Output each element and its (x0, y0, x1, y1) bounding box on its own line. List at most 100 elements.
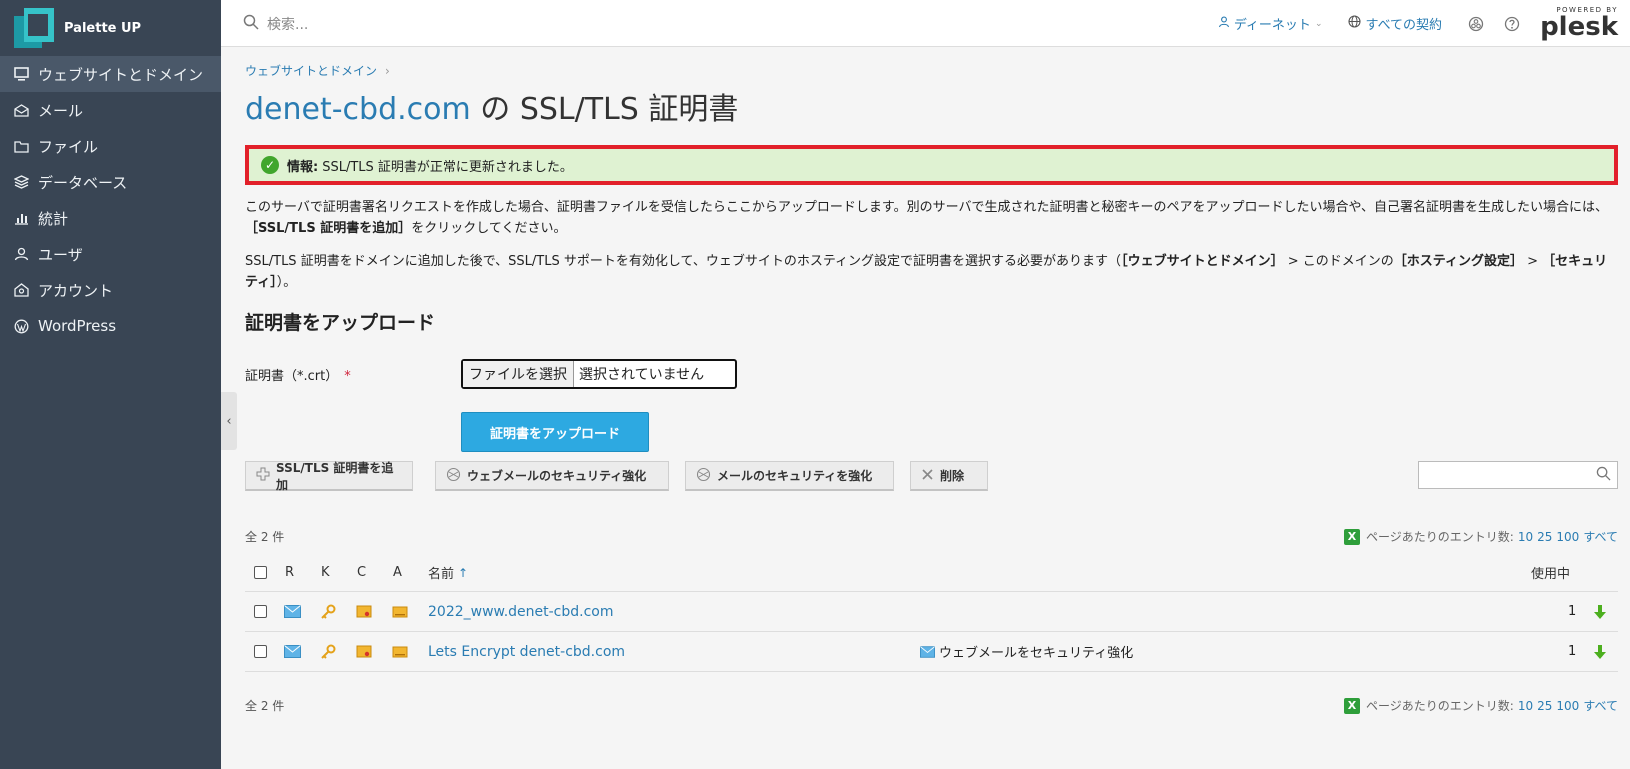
plesk-logo[interactable]: POWERED BY plesk (1540, 7, 1618, 41)
excel-export-icon[interactable]: X (1344, 697, 1361, 714)
column-k: K (321, 565, 330, 580)
sidebar-item-files[interactable]: ファイル (0, 128, 221, 164)
perpage-label: ページあたりのエントリ数: (1366, 530, 1514, 544)
certificate-icon (356, 592, 372, 631)
plus-icon (256, 467, 276, 484)
entries-per-page-bottom: X ページあたりのエントリ数: 10 25 100 すべて (1344, 697, 1618, 714)
mail-cert-icon (284, 632, 301, 671)
mail-cert-icon (284, 592, 301, 631)
bar-chart-icon (13, 210, 29, 226)
table-row[interactable]: Lets Encrypt denet-cbd.com ウェブメールをセキュリティ… (245, 632, 1618, 672)
search-icon (243, 14, 259, 34)
column-c: C (357, 565, 367, 580)
choose-file-button[interactable]: ファイルを選択 (463, 361, 574, 387)
column-name-label: 名前 (428, 567, 455, 582)
entries-per-page: X ページあたりのエントリ数: 10 25 100 すべて (1344, 528, 1618, 545)
breadcrumb-separator-icon: › (385, 63, 390, 78)
sidebar-item-databases[interactable]: データベース (0, 164, 221, 200)
breadcrumb: ウェブサイトとドメイン › (245, 62, 1618, 79)
certificate-icon (356, 632, 372, 671)
table-header-row: R K C A 名前 ↑ 使用中 (245, 554, 1618, 592)
perpage-option-25[interactable]: 25 (1537, 530, 1552, 544)
hint-emphasis-websites: ［ウェブサイトとドメイン］ (1121, 254, 1284, 269)
item-count: 全 2 件 (245, 530, 285, 544)
sidebar-item-label: データベース (38, 173, 128, 192)
mail-icon (13, 102, 29, 118)
chevron-down-icon: ⌄ (1314, 18, 1323, 29)
subscriptions-link[interactable]: すべての契約 (1348, 14, 1442, 33)
ca-certificate-icon (392, 632, 408, 671)
used-count: 1 (1568, 604, 1577, 619)
search-input[interactable]: 検索... (267, 14, 308, 34)
user-icon (13, 246, 29, 262)
column-r: R (285, 565, 295, 580)
sidebar-item-label: メール (38, 101, 84, 120)
topbar: 検索... ディーネット ⌄ すべての契約 POWERED BY plesk (221, 0, 1630, 47)
sidebar-item-websites[interactable]: ウェブサイトとドメイン (0, 56, 221, 92)
row-checkbox[interactable] (254, 592, 267, 631)
extensions-icon[interactable] (1468, 16, 1484, 32)
excel-export-icon[interactable]: X (1344, 528, 1361, 545)
breadcrumb-link[interactable]: ウェブサイトとドメイン (245, 62, 377, 79)
delete-x-icon (921, 468, 940, 484)
sidebar-item-statistics[interactable]: 統計 (0, 200, 221, 236)
download-arrow-icon[interactable] (1593, 632, 1607, 671)
sidebar-item-label: 統計 (38, 209, 69, 228)
sidebar-item-account[interactable]: アカウント (0, 272, 221, 308)
page-title: denet-cbd.com の SSL/TLS 証明書 (245, 89, 1618, 131)
perpage-option-10[interactable]: 10 (1518, 699, 1533, 713)
secure-globe-icon (696, 467, 717, 485)
user-icon (1218, 16, 1234, 32)
sidebar-item-wordpress[interactable]: WordPress (0, 308, 221, 344)
column-name[interactable]: 名前 ↑ (428, 554, 468, 591)
upload-section-title: 証明書をアップロード (245, 312, 436, 334)
sidebar-item-mail[interactable]: メール (0, 92, 221, 128)
perpage-option-all[interactable]: すべて (1583, 528, 1618, 545)
column-a: A (393, 565, 402, 580)
button-label: 削除 (940, 469, 965, 483)
perpage-option-100[interactable]: 100 (1556, 699, 1579, 713)
sidebar-collapse-handle[interactable]: ‹ (221, 392, 237, 450)
hint-text: SSL/TLS 証明書をドメインに追加した後で、SSL/TLS サポートを有効化… (245, 254, 1122, 269)
download-arrow-icon[interactable] (1593, 592, 1607, 631)
sidebar-item-label: ファイル (38, 137, 99, 156)
select-all-checkbox[interactable] (254, 554, 267, 591)
used-count: 1 (1568, 644, 1577, 659)
sidebar-item-users[interactable]: ユーザ (0, 236, 221, 272)
button-label: メールのセキュリティを強化 (717, 469, 873, 483)
brand[interactable]: Palette UP (0, 0, 221, 56)
check-circle-icon: ✓ (261, 156, 279, 174)
certificate-name-link[interactable]: 2022_www.denet-cbd.com (428, 592, 614, 631)
perpage-option-25[interactable]: 25 (1537, 699, 1552, 713)
table-row[interactable]: 2022_www.denet-cbd.com 1 (245, 592, 1618, 632)
list-search-input[interactable] (1418, 461, 1618, 489)
add-certificate-button[interactable]: SSL/TLS 証明書を追加 (245, 461, 413, 492)
sidebar-nav: ウェブサイトとドメイン メール ファイル データベース 統計 ユーザ アカウント… (0, 56, 221, 344)
secure-webmail-button[interactable]: ウェブメールのセキュリティ強化 (435, 461, 669, 491)
intro-text-end: をクリックしてください。 (411, 221, 567, 236)
webmail-secured-note: ウェブメールをセキュリティ強化 (920, 632, 1133, 671)
global-search[interactable]: 検索... (243, 14, 308, 34)
button-label: ウェブメールのセキュリティ強化 (467, 469, 647, 483)
certificate-name-link[interactable]: Lets Encrypt denet-cbd.com (428, 632, 625, 671)
certificate-file-input[interactable]: ファイルを選択 選択されていません (461, 359, 737, 389)
delete-button[interactable]: 削除 (910, 461, 988, 491)
sidebar: Palette UP ウェブサイトとドメイン メール ファイル データベース 統… (0, 0, 221, 769)
ca-certificate-icon (392, 592, 408, 631)
note-text: ウェブメールをセキュリティ強化 (939, 646, 1134, 661)
perpage-option-100[interactable]: 100 (1556, 530, 1579, 544)
perpage-option-all[interactable]: すべて (1583, 697, 1618, 714)
required-marker: * (344, 369, 351, 384)
user-menu[interactable]: ディーネット ⌄ (1218, 14, 1323, 33)
secure-mail-button[interactable]: メールのセキュリティを強化 (685, 461, 894, 491)
row-checkbox[interactable] (254, 632, 267, 671)
help-icon[interactable] (1504, 16, 1520, 32)
secure-globe-icon (446, 467, 467, 485)
intro-text: このサーバで証明書署名リクエストを作成した場合、証明書ファイルを受信したらここか… (245, 200, 1609, 215)
account-icon (13, 282, 29, 298)
page-title-domain: denet-cbd.com (245, 92, 471, 127)
perpage-option-10[interactable]: 10 (1518, 530, 1533, 544)
upload-certificate-button[interactable]: 証明書をアップロード (461, 412, 649, 452)
monitor-icon (13, 66, 29, 82)
certificate-file-label: 証明書（*.crt） * (245, 365, 351, 384)
